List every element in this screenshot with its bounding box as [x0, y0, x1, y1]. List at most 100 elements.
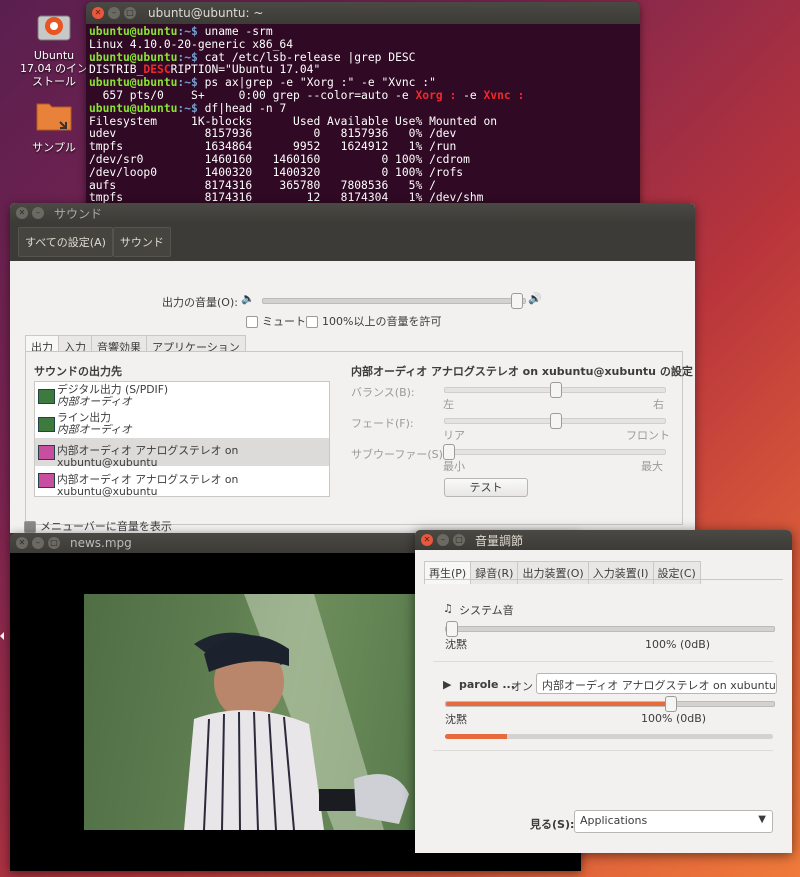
minimize-icon[interactable]: –	[32, 537, 44, 549]
sound-settings-window[interactable]: ✕ – サウンド すべての設定(A) サウンド 出力の音量(O): 🔈 🔊 ミュ…	[10, 203, 695, 533]
sound-card-icon	[38, 389, 55, 404]
hundred-percent-label: 100% (0dB)	[641, 712, 707, 725]
menubar-volume-checkbox[interactable]: メニューバーに音量を表示	[24, 518, 172, 533]
checkbox-icon	[306, 316, 318, 328]
desktop-icon-installer[interactable]: Ubuntu 17.04 のイン ストール	[18, 6, 90, 88]
desktop-icon-label: ストール	[32, 75, 76, 88]
list-item[interactable]: デジタル出力 (S/PDIF) 内部オーディオ	[35, 382, 329, 410]
device-list[interactable]: デジタル出力 (S/PDIF) 内部オーディオ ライン出力 内部オーディオ 内部…	[34, 381, 330, 498]
system-sound-label: システム音	[459, 604, 514, 617]
match-highlight: Xorg :	[415, 88, 457, 102]
slider-knob[interactable]	[550, 413, 562, 429]
close-icon[interactable]: ✕	[92, 7, 104, 19]
output-line: aufs 8174316 365780 7808536 5% /	[89, 178, 436, 192]
view-label: 見る(S):	[530, 818, 575, 831]
view-select[interactable]: Applications ▼	[574, 810, 773, 833]
device-header: サウンドの出力先	[34, 365, 122, 378]
prompt-user: ubuntu@ubuntu	[89, 76, 178, 90]
view-select-value: Applications	[580, 814, 648, 827]
sound-card-icon	[38, 417, 55, 432]
prompt-path: :~$	[177, 101, 198, 115]
output-line: -e	[456, 88, 484, 102]
list-item[interactable]: 内部オーディオ アナログステレオ on xubuntu@xubuntu	[35, 466, 329, 498]
window-title: サウンド	[54, 206, 103, 221]
subwoofer-slider[interactable]	[443, 444, 666, 460]
output-line: Filesystem 1K-blocks Used Available Use%…	[89, 114, 498, 128]
slider-knob[interactable]	[665, 696, 678, 712]
slider-knob[interactable]	[511, 293, 524, 309]
installer-icon	[34, 6, 74, 46]
tab-input-devices[interactable]: 入力装置(I)	[587, 561, 654, 584]
output-line: udev 8157936 0 8157936 0% /dev	[89, 127, 457, 141]
sound-content: 出力の音量(O): 🔈 🔊 ミュート 100%以上の音量を許可 出力 入力 音響…	[10, 261, 695, 533]
desktop-icon-label: サンプル	[32, 141, 76, 154]
close-icon[interactable]: ✕	[421, 534, 433, 546]
sound-titlebar[interactable]: ✕ – サウンド	[10, 203, 695, 223]
app-output-device-select[interactable]: 内部オーディオ アナログステレオ on xubuntu@x	[536, 673, 777, 694]
minimize-icon[interactable]: –	[32, 207, 44, 219]
minimize-icon[interactable]: –	[437, 534, 449, 546]
output-volume-slider[interactable]	[262, 293, 526, 309]
allow-over-label: 100%以上の音量を許可	[322, 315, 442, 328]
slider-knob[interactable]	[550, 382, 562, 398]
maximize-icon[interactable]: □	[453, 534, 465, 546]
command-text: cat /etc/lsb-release |grep DESC	[197, 50, 416, 64]
test-button[interactable]: テスト	[444, 478, 528, 497]
fade-label: フェード(F):	[351, 417, 414, 430]
balance-slider[interactable]	[444, 382, 666, 398]
allow-over-checkbox[interactable]: 100%以上の音量を許可	[306, 313, 441, 329]
mute-checkbox[interactable]: ミュート	[246, 313, 306, 329]
all-settings-button[interactable]: すべての設定(A)	[18, 227, 113, 257]
maximize-icon[interactable]: □	[124, 7, 136, 19]
close-icon[interactable]: ✕	[16, 207, 28, 219]
slider-knob[interactable]	[446, 621, 458, 637]
app-state: オン	[511, 680, 533, 693]
output-line: Linux 4.10.0-20-generic x86_64	[89, 37, 294, 51]
settings-header: 内部オーディオ アナログステレオ on xubuntu@xubuntu の設定	[351, 365, 693, 378]
tab-divider	[424, 579, 783, 580]
output-line: /dev/loop0 1400320 1400320 0 100% /rofs	[89, 165, 464, 179]
prompt-user: ubuntu@ubuntu	[89, 25, 178, 38]
checkbox-icon	[24, 521, 36, 533]
fade-slider[interactable]	[444, 413, 666, 429]
terminal-titlebar[interactable]: ✕ – □ ubuntu@ubuntu: ~	[86, 2, 640, 24]
tab-recording[interactable]: 録音(R)	[470, 561, 519, 584]
list-item[interactable]: 内部オーディオ アナログステレオ on xubuntu@xubuntu	[35, 438, 329, 469]
prompt-path: :~$	[177, 25, 198, 38]
desktop-icon-sample[interactable]: サンプル	[18, 98, 90, 154]
volume-control-window[interactable]: ✕ – □ 音量調節 再生(P) 録音(R) 出力装置(O) 入力装置(I) 設…	[415, 530, 792, 853]
tab-configuration[interactable]: 設定(C)	[652, 561, 701, 584]
divider	[433, 661, 773, 662]
device-name: デジタル出力 (S/PDIF)	[57, 383, 169, 396]
close-icon[interactable]: ✕	[16, 537, 28, 549]
output-line: 657 pts/0 S+ 0:00 grep --color=auto -e	[89, 88, 416, 102]
prompt-user: ubuntu@ubuntu	[89, 101, 178, 115]
output-volume-label: 出力の音量(O):	[162, 296, 238, 309]
window-title: 音量調節	[475, 533, 524, 548]
terminal-window[interactable]: ✕ – □ ubuntu@ubuntu: ~ ubuntu@ubuntu:~$ …	[86, 2, 640, 217]
volume-tabs: 再生(P) 録音(R) 出力装置(O) 入力装置(I) 設定(C)	[424, 561, 701, 584]
monitor-icon	[38, 473, 55, 488]
minimize-icon[interactable]: –	[108, 7, 120, 19]
monitor-icon	[38, 445, 55, 460]
match-highlight: DESC	[143, 63, 171, 77]
silence-label: 沈黙	[445, 638, 467, 651]
volume-titlebar[interactable]: ✕ – □ 音量調節	[415, 530, 792, 550]
maximize-icon[interactable]: □	[48, 537, 60, 549]
menubar-volume-label: メニューバーに音量を表示	[40, 520, 172, 533]
sound-crumb-button[interactable]: サウンド	[112, 227, 171, 257]
video-frame[interactable]	[84, 594, 422, 830]
list-item[interactable]: ライン出力 内部オーディオ	[35, 410, 329, 438]
output-line: DISTRIB_	[89, 63, 144, 77]
device-sub: 内部オーディオ	[57, 423, 132, 436]
system-sound-slider[interactable]	[445, 621, 775, 637]
app-volume-slider[interactable]	[445, 696, 775, 712]
checkbox-icon	[246, 316, 258, 328]
meter-fill	[445, 734, 508, 739]
tab-output-devices[interactable]: 出力装置(O)	[517, 561, 589, 584]
prompt-path: :~$	[177, 76, 198, 90]
dropdown-arrow-icon: ▼	[758, 814, 766, 825]
terminal-output[interactable]: ubuntu@ubuntu:~$ uname -srm Linux 4.10.0…	[86, 24, 640, 207]
tab-playback[interactable]: 再生(P)	[424, 561, 472, 584]
output-line: /dev/sr0 1460160 1460160 0 100% /cdrom	[89, 152, 470, 166]
